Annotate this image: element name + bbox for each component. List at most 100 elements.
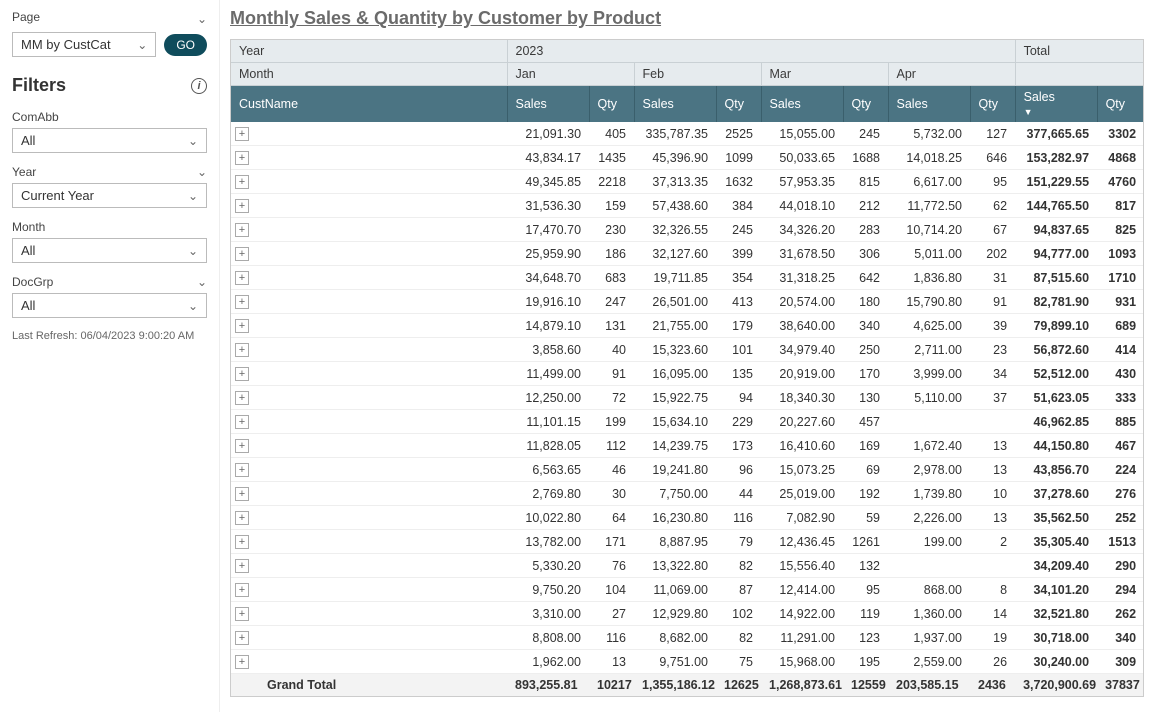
table-row: +3,858.604015,323.6010134,979.402502,711… xyxy=(231,338,1144,362)
chevron-down-icon[interactable]: ⌄ xyxy=(197,165,207,179)
col-sales[interactable]: Sales xyxy=(888,86,970,123)
filter-value: All xyxy=(21,298,35,313)
cell-sales: 3,310.00 xyxy=(507,602,589,626)
filter-dropdown[interactable]: All⌄ xyxy=(12,128,207,153)
table-row: +17,470.7023032,326.5524534,326.2028310,… xyxy=(231,218,1144,242)
chevron-down-icon[interactable]: ⌄ xyxy=(197,12,207,26)
table-row: +11,828.0511214,239.7517316,410.601691,6… xyxy=(231,434,1144,458)
cell-qty: 72 xyxy=(589,386,634,410)
expand-icon[interactable]: + xyxy=(235,343,249,357)
cell-sales: 1,836.80 xyxy=(888,266,970,290)
gt-s3: 1,268,873.61 xyxy=(761,674,843,697)
expand-icon[interactable]: + xyxy=(235,559,249,573)
last-refresh-text: Last Refresh: 06/04/2023 9:00:20 AM xyxy=(12,330,207,342)
cell-total-sales: 151,229.55 xyxy=(1015,170,1097,194)
expand-icon[interactable]: + xyxy=(235,223,249,237)
filter-dropdown[interactable]: Current Year⌄ xyxy=(12,183,207,208)
cell-total-sales: 56,872.60 xyxy=(1015,338,1097,362)
cell-qty: 642 xyxy=(843,266,888,290)
table-row: +10,022.806416,230.801167,082.90592,226.… xyxy=(231,506,1144,530)
cell-sales: 13,322.80 xyxy=(634,554,716,578)
expand-icon[interactable]: + xyxy=(235,175,249,189)
col-total-qty[interactable]: Qty xyxy=(1097,86,1144,123)
chevron-down-icon: ⌄ xyxy=(188,299,198,313)
month-apr[interactable]: Apr xyxy=(888,63,1015,86)
page-dropdown[interactable]: MM by CustCat ⌄ xyxy=(12,32,156,57)
gt-s1: 893,255.81 xyxy=(507,674,589,697)
expand-icon[interactable]: + xyxy=(235,631,249,645)
year-value: 2023 xyxy=(507,40,1015,63)
expand-icon[interactable]: + xyxy=(235,415,249,429)
sidebar: Page ⌄ MM by CustCat ⌄ GO Filters i ComA… xyxy=(0,0,220,712)
cell-sales: 10,714.20 xyxy=(888,218,970,242)
col-sales[interactable]: Sales xyxy=(634,86,716,123)
cell-qty: 173 xyxy=(716,434,761,458)
customer-name-cell xyxy=(259,482,507,506)
chevron-down-icon: ⌄ xyxy=(137,38,147,52)
month-jan[interactable]: Jan xyxy=(507,63,634,86)
expand-icon[interactable]: + xyxy=(235,127,249,141)
col-sales[interactable]: Sales xyxy=(507,86,589,123)
cell-total-sales: 51,623.05 xyxy=(1015,386,1097,410)
expand-icon[interactable]: + xyxy=(235,247,249,261)
cell-total-qty: 817 xyxy=(1097,194,1144,218)
cell-qty: 195 xyxy=(843,650,888,674)
go-button[interactable]: GO xyxy=(164,34,207,56)
cell-total-sales: 32,521.80 xyxy=(1015,602,1097,626)
cell-qty: 135 xyxy=(716,362,761,386)
cell-qty: 76 xyxy=(589,554,634,578)
month-mar[interactable]: Mar xyxy=(761,63,888,86)
expand-icon[interactable]: + xyxy=(235,151,249,165)
gt-q3: 12559 xyxy=(843,674,888,697)
cell-qty: 131 xyxy=(589,314,634,338)
cell-sales: 19,711.85 xyxy=(634,266,716,290)
cell-total-qty: 467 xyxy=(1097,434,1144,458)
col-qty[interactable]: Qty xyxy=(589,86,634,123)
cell-total-sales: 44,150.80 xyxy=(1015,434,1097,458)
customer-name-cell xyxy=(259,146,507,170)
info-icon[interactable]: i xyxy=(191,78,207,94)
custname-header[interactable]: CustName xyxy=(231,86,507,123)
col-qty[interactable]: Qty xyxy=(970,86,1015,123)
cell-sales: 25,019.00 xyxy=(761,482,843,506)
filter-dropdown[interactable]: All ⌄ xyxy=(12,293,207,318)
cell-total-qty: 885 xyxy=(1097,410,1144,434)
chevron-down-icon[interactable]: ⌄ xyxy=(197,275,207,289)
cell-qty: 44 xyxy=(716,482,761,506)
expand-icon[interactable]: + xyxy=(235,391,249,405)
col-sales[interactable]: Sales xyxy=(761,86,843,123)
cell-qty: 37 xyxy=(970,386,1015,410)
filter-value: All xyxy=(21,243,35,258)
cell-qty: 23 xyxy=(970,338,1015,362)
expand-icon[interactable]: + xyxy=(235,463,249,477)
expand-icon[interactable]: + xyxy=(235,295,249,309)
expand-icon[interactable]: + xyxy=(235,439,249,453)
cell-qty: 171 xyxy=(589,530,634,554)
cell-sales: 8,887.95 xyxy=(634,530,716,554)
col-qty[interactable]: Qty xyxy=(716,86,761,123)
expand-icon[interactable]: + xyxy=(235,487,249,501)
customer-name-cell xyxy=(259,386,507,410)
expand-icon[interactable]: + xyxy=(235,607,249,621)
customer-name-cell xyxy=(259,578,507,602)
expand-icon[interactable]: + xyxy=(235,535,249,549)
cell-qty: 101 xyxy=(716,338,761,362)
cell-sales: 14,879.10 xyxy=(507,314,589,338)
cell-sales: 34,648.70 xyxy=(507,266,589,290)
expand-icon[interactable]: + xyxy=(235,319,249,333)
cell-sales: 2,769.80 xyxy=(507,482,589,506)
expand-icon[interactable]: + xyxy=(235,655,249,669)
expand-icon[interactable]: + xyxy=(235,199,249,213)
col-total-sales[interactable]: Sales▼ xyxy=(1015,86,1097,123)
gt-q1: 10217 xyxy=(589,674,634,697)
cell-qty: 62 xyxy=(970,194,1015,218)
expand-icon[interactable]: + xyxy=(235,367,249,381)
expand-icon[interactable]: + xyxy=(235,271,249,285)
customer-name-cell xyxy=(259,626,507,650)
expand-icon[interactable]: + xyxy=(235,511,249,525)
col-qty[interactable]: Qty xyxy=(843,86,888,123)
expand-icon[interactable]: + xyxy=(235,583,249,597)
cell-qty xyxy=(970,410,1015,434)
month-feb[interactable]: Feb xyxy=(634,63,761,86)
filter-dropdown[interactable]: All⌄ xyxy=(12,238,207,263)
